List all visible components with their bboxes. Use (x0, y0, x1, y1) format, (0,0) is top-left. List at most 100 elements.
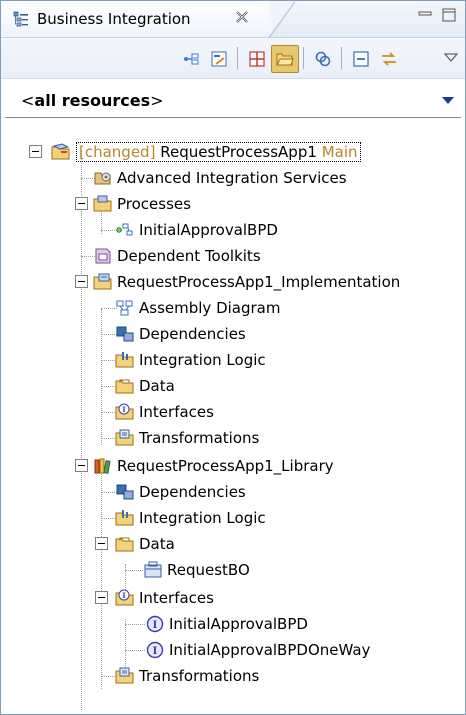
tree-item-label: Assembly Diagram (139, 299, 281, 317)
tree-item-label: InitialApprovalBPDOneWay (169, 641, 371, 659)
tree-item-label: Dependent Toolkits (117, 247, 261, 265)
tree-item-interface-initial-approval-bpd[interactable]: I InitialApprovalBPD (1, 611, 465, 637)
svg-text:I: I (122, 405, 125, 414)
resource-filter[interactable]: <all resources> (1, 79, 465, 117)
filter-label: <all resources> (21, 91, 164, 110)
tab-business-integration[interactable]: Business Integration (1, 1, 295, 37)
open-resource-button[interactable] (205, 45, 233, 73)
tree-item-label: Transformations (139, 429, 260, 447)
interface-icon: I (146, 615, 164, 633)
tree-item-data[interactable]: Data (1, 531, 465, 557)
link-with-editor-button[interactable] (309, 45, 337, 73)
tree-item-dependent-toolkits[interactable]: Dependent Toolkits (1, 243, 465, 269)
folder-icon (276, 53, 294, 66)
integration-logic-icon (115, 510, 134, 526)
business-object-icon (144, 561, 162, 578)
collapse-all-button[interactable] (347, 45, 375, 73)
collapse-toggle[interactable] (95, 537, 108, 550)
collapse-all-icon (353, 51, 369, 67)
root-label: [changed] RequestProcessApp1 Main (76, 142, 361, 162)
svg-text:I: I (153, 620, 158, 631)
tree-item-dependencies[interactable]: Dependencies (1, 321, 465, 347)
minimize-icon[interactable] (417, 7, 433, 23)
assembly-diagram-icon (116, 300, 133, 316)
dependency-link-icon (184, 53, 199, 65)
changed-tag: [changed] (79, 143, 156, 161)
tree-item-transformations[interactable]: Transformations (1, 663, 465, 689)
toolkits-icon (95, 248, 111, 264)
interfaces-icon: I (115, 403, 134, 420)
interfaces-icon: I (115, 589, 134, 606)
tree-item-label: Dependencies (139, 325, 246, 343)
tree-connector (125, 624, 145, 625)
tree-item-label: InitialApprovalBPD (139, 221, 278, 239)
tree-item-interfaces[interactable]: I Interfaces (1, 585, 465, 611)
tree-item-initial-approval-bpd[interactable]: InitialApprovalBPD (1, 217, 465, 243)
filter-label-prefix: < (21, 91, 35, 110)
transformations-icon (115, 667, 134, 684)
tree-item-label: RequestBO (167, 561, 250, 579)
show-categories-button[interactable] (243, 45, 271, 73)
filter-label-main: all resources (34, 91, 151, 110)
chevron-down-icon[interactable] (441, 95, 455, 105)
tree-item-label: Processes (117, 195, 191, 213)
tree-item-interface-initial-approval-bpd-one-way[interactable]: I InitialApprovalBPDOneWay (1, 637, 465, 663)
interface-icon: I (146, 641, 164, 659)
tree-item-transformations[interactable]: Transformations (1, 425, 465, 451)
tree-connector (125, 570, 143, 571)
data-folder-icon (115, 379, 134, 394)
collapse-toggle[interactable] (75, 197, 88, 210)
svg-text:I: I (122, 591, 125, 600)
integration-logic-icon (115, 352, 134, 368)
tree-item-label: Data (139, 535, 175, 553)
tree-item-implementation-module[interactable]: RequestProcessApp1_Implementation (1, 269, 465, 295)
collapse-toggle[interactable] (95, 591, 108, 604)
show-in-dependency-button[interactable] (177, 45, 205, 73)
tree-item-advanced-integration-services[interactable]: Advanced Integration Services (1, 165, 465, 191)
processes-folder-icon (93, 195, 112, 212)
tree-item-assembly-diagram[interactable]: Assembly Diagram (1, 295, 465, 321)
tree-connector (125, 650, 145, 651)
grid-icon (249, 51, 265, 67)
tree-item-label: RequestProcessApp1_Library (117, 457, 334, 475)
collapse-toggle[interactable] (29, 145, 42, 158)
svg-text:I: I (153, 646, 158, 657)
tree-item-root[interactable]: [changed] RequestProcessApp1 Main (1, 139, 465, 165)
library-icon (94, 458, 111, 474)
tree-item-integration-logic[interactable]: Integration Logic (1, 505, 465, 531)
tree-item-integration-logic[interactable]: Integration Logic (1, 347, 465, 373)
open-resource-icon (211, 51, 227, 67)
maximize-icon[interactable] (441, 7, 457, 23)
tree-item-request-bo[interactable]: RequestBO (1, 557, 465, 583)
root-name: RequestProcessApp1 (160, 143, 317, 161)
divider (5, 117, 461, 118)
tree-item-dependencies[interactable]: Dependencies (1, 479, 465, 505)
resource-tree: [changed] RequestProcessApp1 Main Advanc… (1, 119, 465, 714)
process-app-icon (51, 143, 70, 160)
collapse-toggle[interactable] (75, 459, 88, 472)
view-tab-bar: Business Integration (1, 1, 465, 38)
tree-item-label: Integration Logic (139, 509, 266, 527)
transformations-icon (115, 429, 134, 446)
tree-item-interfaces[interactable]: I Interfaces (1, 399, 465, 425)
tree-item-label: Transformations (139, 667, 260, 685)
tree-item-processes[interactable]: Processes (1, 191, 465, 217)
tree-item-label: Integration Logic (139, 351, 266, 369)
module-icon (93, 273, 112, 290)
collapse-toggle[interactable] (75, 275, 88, 288)
view-menu-icon[interactable] (443, 50, 459, 66)
tree-item-label: Dependencies (139, 483, 246, 501)
business-integration-view-icon (13, 11, 28, 27)
sync-arrows-icon (382, 52, 396, 66)
show-folders-button[interactable] (271, 45, 299, 73)
bpd-icon (116, 223, 133, 236)
sync-button[interactable] (375, 45, 403, 73)
dependencies-icon (116, 484, 134, 500)
tree-item-data[interactable]: Data (1, 373, 465, 399)
tree-item-label: Interfaces (139, 589, 214, 607)
close-icon[interactable] (233, 8, 251, 26)
business-integration-view: Business Integration <all resources> [ch… (0, 0, 466, 715)
tree-item-library[interactable]: RequestProcessApp1_Library (1, 453, 465, 479)
tree-item-label: InitialApprovalBPD (169, 615, 308, 633)
filter-label-suffix: > (150, 91, 164, 110)
